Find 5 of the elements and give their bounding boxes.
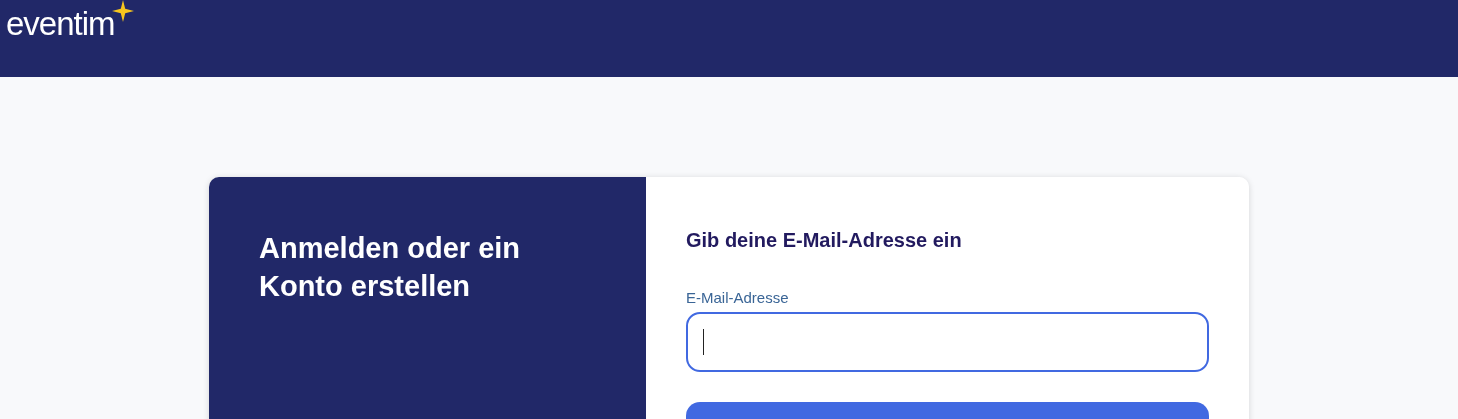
email-field[interactable] [686, 312, 1209, 372]
form-title: Gib deine E-Mail-Adresse ein [686, 229, 963, 252]
logo[interactable]: eventim [6, 4, 115, 44]
field-label: E-Mail-Adresse [686, 289, 789, 306]
heading: Anmelden oder ein Konto erstellen [259, 231, 522, 304]
